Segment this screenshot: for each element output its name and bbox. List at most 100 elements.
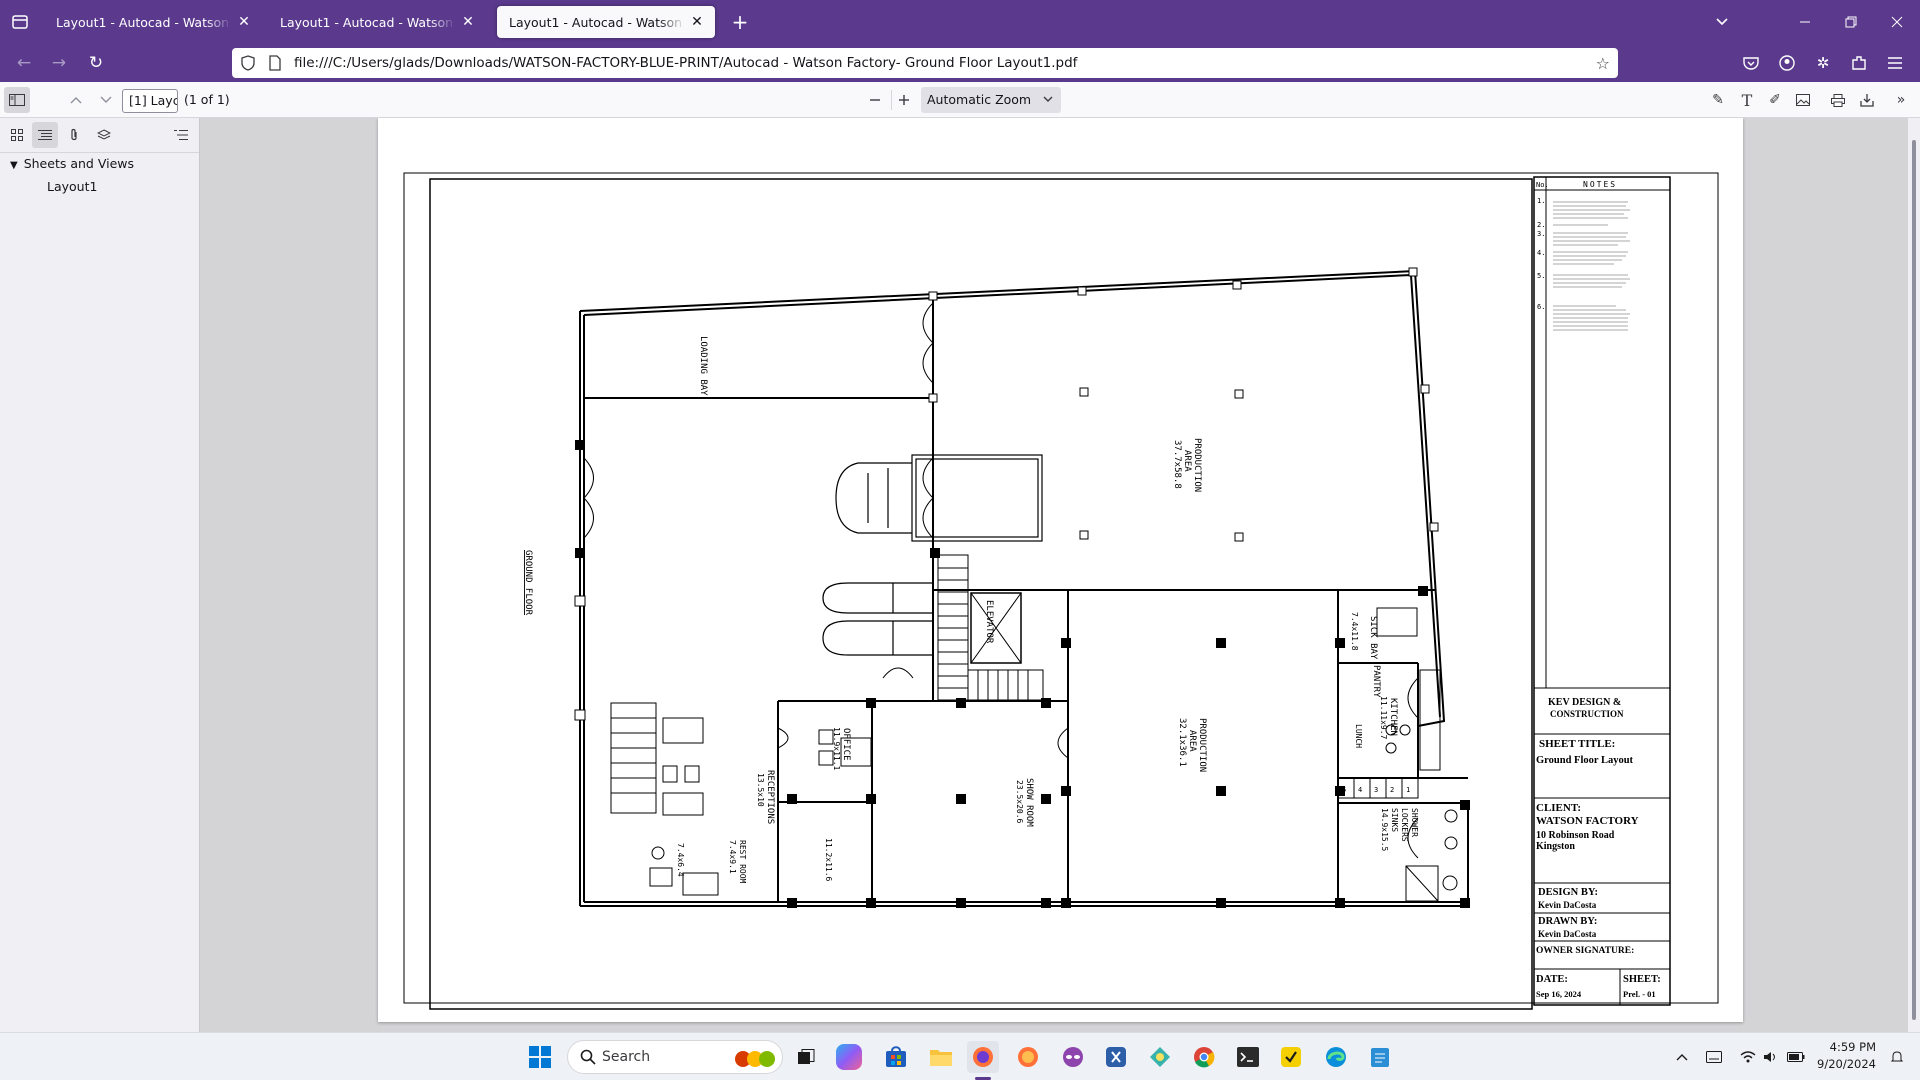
firefox-icon[interactable] — [1012, 1041, 1044, 1073]
reload-icon[interactable]: ↻ — [82, 49, 110, 77]
forward-arrow-icon[interactable]: → — [45, 49, 73, 77]
design-by-label: DESIGN BY: — [1538, 887, 1598, 898]
address-bar[interactable]: file:///C:/Users/glads/Downloads/WATSON-… — [232, 48, 1618, 78]
label-sinks: SINKS — [1390, 808, 1399, 832]
pocket-icon[interactable] — [1737, 49, 1765, 77]
client-label: CLIENT: — [1536, 802, 1581, 814]
close-window-button[interactable] — [1874, 0, 1920, 44]
terminal-icon[interactable] — [1232, 1041, 1264, 1073]
more-tools-chevron-icon[interactable]: » — [1888, 87, 1914, 113]
tab-list-icon[interactable] — [8, 10, 32, 34]
label-hall-dim: 11.2x11.6 — [824, 838, 833, 882]
image-tool-icon[interactable] — [1790, 87, 1816, 113]
zoom-select[interactable]: Automatic Zoom — [921, 87, 1061, 113]
bookmark-star-icon[interactable]: ☆ — [1596, 54, 1610, 73]
copilot-icon[interactable] — [836, 1044, 862, 1070]
input-indicator-icon[interactable] — [1706, 1033, 1722, 1080]
label-pantry: PANTRY — [1371, 665, 1381, 698]
file-explorer-icon[interactable] — [925, 1041, 957, 1073]
vertical-scrollbar[interactable] — [1908, 118, 1920, 1032]
highlight-pen-icon[interactable]: ✎ — [1705, 87, 1731, 113]
new-tab-icon[interactable]: + — [728, 10, 752, 34]
wifi-icon[interactable] — [1740, 1033, 1756, 1080]
menu-hamburger-icon[interactable] — [1881, 49, 1909, 77]
snipping-tool-icon[interactable] — [1100, 1041, 1132, 1073]
edge-icon[interactable] — [1320, 1041, 1352, 1073]
search-label: Search — [602, 1049, 651, 1065]
account-icon[interactable] — [1773, 49, 1801, 77]
label-production-area-2: PRODUCTION — [1197, 718, 1207, 772]
microsoft-store-icon[interactable] — [880, 1041, 912, 1073]
label-rest-room-dim: 7.4x9.1 — [728, 840, 737, 874]
thumbnails-icon[interactable] — [4, 122, 30, 148]
scrollbar-thumb[interactable] — [1912, 140, 1916, 1020]
notification-icon[interactable] — [1890, 1033, 1904, 1080]
label-kitchen-dim: 11.11x9.7 — [1379, 696, 1388, 740]
label-kitchen: KITCHEN — [1388, 698, 1398, 736]
url-text[interactable]: file:///C:/Users/glads/Downloads/WATSON-… — [294, 48, 1077, 78]
notepad-icon[interactable] — [1364, 1041, 1396, 1073]
sidebar-toggle-button[interactable] — [4, 87, 30, 113]
tree-item-sheets-and-views[interactable]: ▼ Sheets and Views — [10, 156, 134, 171]
draw-tool-icon[interactable]: ✐ — [1762, 87, 1788, 113]
save-download-icon[interactable] — [1854, 87, 1880, 113]
back-arrow-icon[interactable]: ← — [10, 49, 38, 77]
next-page-button[interactable] — [93, 87, 119, 113]
triangle-down-icon[interactable]: ▼ — [10, 160, 18, 171]
sheet-title: Ground Floor Layout — [1536, 755, 1634, 766]
previous-page-button[interactable] — [63, 87, 89, 113]
doors — [583, 302, 1419, 859]
windows-start-icon[interactable] — [524, 1041, 556, 1073]
extensions-puzzle-icon[interactable] — [1845, 49, 1873, 77]
locker-number: 5 — [1342, 786, 1346, 794]
text-tool-icon[interactable]: T — [1734, 87, 1760, 113]
note-number: 5. — [1537, 272, 1545, 280]
tab-1[interactable]: Layout1 - Autocad - Watson Factory ✕ — [44, 6, 262, 38]
date-value: Sep 16, 2024 — [1536, 989, 1582, 999]
locker-number: 1 — [1406, 786, 1410, 794]
task-view-icon[interactable] — [790, 1041, 822, 1073]
taskbar-search-box[interactable]: Search — [567, 1040, 783, 1074]
tab-3-active[interactable]: Layout1 - Autocad - Watson Factory ✕ — [497, 6, 715, 38]
paint-icon[interactable] — [1144, 1041, 1176, 1073]
search-highlight-fruit-icon — [733, 1048, 777, 1072]
taskbar-clock[interactable]: 4:59 PM 9/20/2024 — [1806, 1039, 1876, 1073]
label-receptions-dim: 13.5x10 — [756, 773, 765, 807]
tab-close-icon[interactable]: ✕ — [689, 14, 705, 30]
extension-gear-icon[interactable]: ✲ — [1809, 49, 1837, 77]
page-count: (1 of 1) — [184, 92, 230, 107]
zoom-out-button[interactable] — [862, 87, 888, 113]
attachments-paperclip-icon[interactable] — [61, 122, 87, 148]
firefox-private-icon[interactable] — [1057, 1041, 1089, 1073]
battery-icon[interactable] — [1787, 1033, 1805, 1080]
current-outline-icon[interactable] — [168, 122, 194, 148]
label-shower: SHOWER — [1410, 808, 1419, 837]
tab-close-icon[interactable]: ✕ — [236, 14, 252, 30]
notes-text: No. NOTES 1. 2. 3. 4. 5. 6. — [1536, 180, 1615, 311]
chevron-down-icon[interactable] — [1710, 10, 1734, 34]
zoom-in-button[interactable] — [891, 87, 917, 113]
norton-check-icon[interactable] — [1275, 1041, 1307, 1073]
label-ground-floor: GROUND FLOOR — [523, 550, 533, 616]
firefox-icon-active[interactable] — [967, 1041, 999, 1073]
restore-button[interactable] — [1828, 0, 1874, 44]
tray-chevron-up-icon[interactable] — [1676, 1033, 1688, 1080]
shield-icon[interactable] — [240, 55, 256, 75]
tab-close-icon[interactable]: ✕ — [460, 14, 476, 30]
clock-time: 4:59 PM — [1829, 1040, 1876, 1054]
locker-number: 2 — [1390, 786, 1394, 794]
sheet-border — [403, 172, 1719, 1004]
label-office: OFFICE — [841, 728, 851, 761]
chrome-icon[interactable] — [1188, 1041, 1220, 1073]
sidebar-divider — [0, 152, 199, 153]
pdf-viewer[interactable]: LOADING BAY PRODUCTION AREA 37.7x58.8 GR… — [200, 118, 1908, 1032]
print-icon[interactable] — [1825, 87, 1851, 113]
outline-list-icon[interactable] — [32, 122, 58, 148]
layers-icon[interactable] — [91, 122, 117, 148]
tree-item-layout1[interactable]: Layout1 — [47, 179, 97, 194]
minimize-button[interactable] — [1782, 0, 1828, 44]
page-number-input[interactable]: [1] Layc — [122, 89, 178, 113]
tab-2[interactable]: Layout1 - Autocad - Watson Factory ✕ — [268, 6, 486, 38]
note-number: 1. — [1537, 197, 1545, 205]
volume-icon[interactable] — [1763, 1033, 1779, 1080]
